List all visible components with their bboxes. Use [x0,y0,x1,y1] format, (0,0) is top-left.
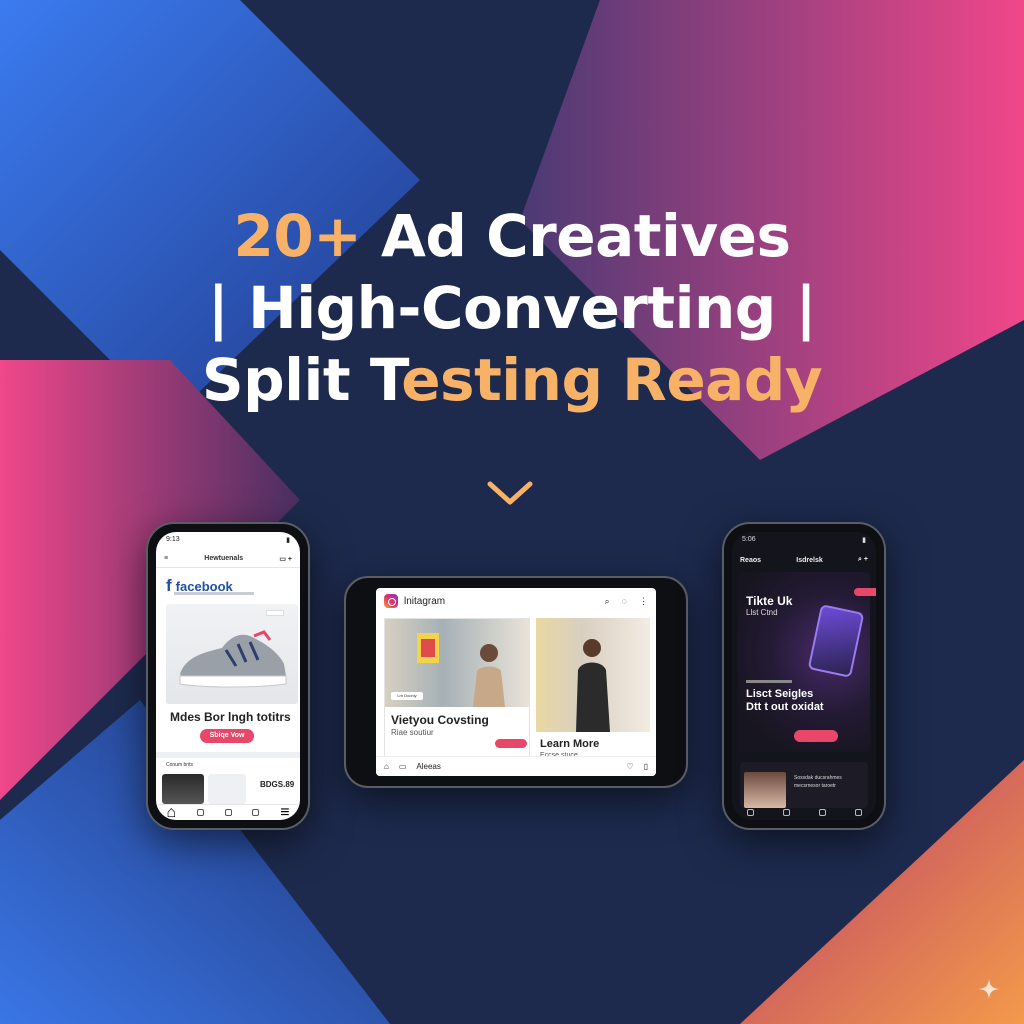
ad-card-cta[interactable] [495,739,527,748]
creator-card-text: Sossdak ducsrahmes mecsrnesor taroetr [794,775,842,789]
mini-price: BDGS.89 [260,780,295,789]
search-icon[interactable]: ⌕ + [858,556,868,564]
headline: 20+ Ad Creatives | High-Converting | Spl… [0,200,1024,416]
heart-icon[interactable]: ♡ [626,762,633,771]
discover-icon[interactable] [782,808,790,816]
nav-title: Isdrelsk [796,556,823,564]
tiktok-phone-mockup: 5:06 ▮ Reaos Isdrelsk ⌕ + Tikte Uk Llst C… [722,522,886,830]
sneaker-icon [179,630,287,688]
status-time: 5:06 [742,536,756,543]
search-icon[interactable]: ⌕ [605,596,610,607]
tiktok-small-line [746,680,792,683]
home-icon[interactable]: ⌂ [384,762,389,771]
tiktok-title: Tikte Uk [746,594,793,608]
reels-icon[interactable]: ▭ [399,762,407,771]
menu-icon[interactable]: ≡ [280,804,289,821]
mini-product-thumb-1[interactable] [162,774,204,804]
tiktok-headline: Lisct Seigles Dtt t out oxidat [746,688,824,713]
menu-icon[interactable]: ≡ [164,555,168,562]
inbox-icon[interactable] [818,808,826,816]
instagram-bottom-bar: ⌂ ▭ Aleeas ♡ ▯ [376,756,656,776]
instagram-ad-card[interactable]: Lrn Doonly Vietyou Covsting Riae soutiur [384,618,530,764]
home-icon[interactable]: ⌂ [166,804,176,821]
ad-card-subtitle: Riae soutiur [391,728,434,737]
tiktok-creator-card[interactable]: Sossdak ducsrahmes mecsrnesor taroetr [740,762,868,808]
ad-photo-woman-2[interactable] [536,618,650,732]
headline-highlight-count: 20+ [233,202,362,270]
search-icon[interactable] [196,809,204,816]
nav-title: Hewtuenals [204,555,244,562]
bottom-nav [732,804,876,820]
top-icons: ⌕ ◌ ⋮ [605,596,648,607]
avatar [744,772,786,808]
facebook-logo-icon: f [166,576,172,595]
more-icon[interactable]: ⋮ [639,596,648,607]
bookmark-icon[interactable]: ▯ [644,762,648,771]
mini-section-header: Conum brits [166,762,193,768]
mini-product-thumb-2[interactable] [208,774,246,804]
status-bar: 9:13 ▮ [156,536,300,548]
bottom-label: Aleeas [416,762,441,771]
bottom-nav: ⌂ ≡ [156,804,300,820]
background-shapes [0,0,1024,1024]
product-image-sneaker[interactable] [166,604,298,704]
facebook-top-nav: ≡ Hewtuenals ▭ + [156,550,300,568]
nav-left[interactable]: Reaos [740,557,761,564]
tiktok-subtitle: Llst Ctnd [746,608,778,617]
bell-icon[interactable] [252,809,260,816]
headline-line-2: | High-Converting | [207,274,817,342]
feed-divider [156,752,300,758]
marketplace-icon[interactable] [224,809,232,816]
status-bar: 5:06 ▮ [732,536,876,548]
instagram-brand: lnitagram [404,595,446,607]
ad-tag [266,610,284,616]
chevron-down-icon [487,481,533,505]
status-time: 9:13 [166,536,180,543]
instagram-top-bar: lnitagram ⌕ ◌ ⋮ [376,588,656,614]
person-icon [576,639,610,732]
headline-ad-creatives: Ad Creatives [361,202,791,270]
battery-icon: ▮ [862,537,866,544]
ad-headline: Mdes Bor lngh totitrs [170,710,291,724]
live-badge [854,588,876,596]
shop-now-button[interactable]: Sbiqe Vow [200,729,254,743]
instagram-logo-icon [384,594,398,608]
headline-testing-ready: esting Ready [401,346,823,414]
ad-card-title: Vietyou Covsting [391,713,489,727]
instagram-screen: lnitagram ⌕ ◌ ⋮ Lrn Doonly Vietyou Covst… [376,588,656,776]
message-icon[interactable]: ▭ + [279,555,292,563]
facebook-phone-mockup: 9:13 ▮ ≡ Hewtuenals ▭ + f facebook Mdes Bo… [146,522,310,830]
tiktok-cta-button[interactable] [794,730,838,742]
sponsored-line [174,592,254,595]
sparkle-icon [979,979,999,999]
ad-chip: Lrn Doonly [391,692,423,700]
tiktok-screen: 5:06 ▮ Reaos Isdrelsk ⌕ + Tikte Uk Llst C… [732,532,876,820]
learn-more-button[interactable]: Learn More [540,738,599,750]
tiktok-top-nav: Reaos Isdrelsk ⌕ + [732,552,876,568]
headline-line-1: 20+ Ad Creatives [0,200,1024,272]
profile-icon[interactable] [854,808,862,816]
instagram-tablet-mockup: lnitagram ⌕ ◌ ⋮ Lrn Doonly Vietyou Covst… [344,576,688,788]
battery-icon: ▮ [286,537,290,544]
messages-icon[interactable]: ◌ [622,596,627,607]
facebook-screen: 9:13 ▮ ≡ Hewtuenals ▭ + f facebook Mdes Bo… [156,532,300,820]
home-icon[interactable] [746,808,754,816]
headline-split: Split T [201,346,402,414]
headline-line-3: Split Testing Ready [0,344,1024,416]
